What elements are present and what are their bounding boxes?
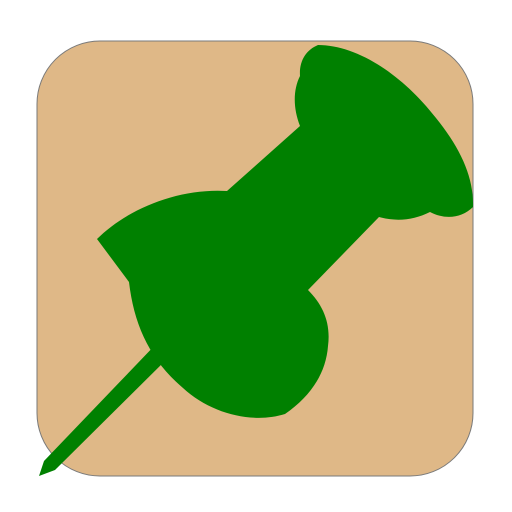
app-icon: [0, 0, 512, 512]
pushpin-icon: [36, 40, 474, 477]
